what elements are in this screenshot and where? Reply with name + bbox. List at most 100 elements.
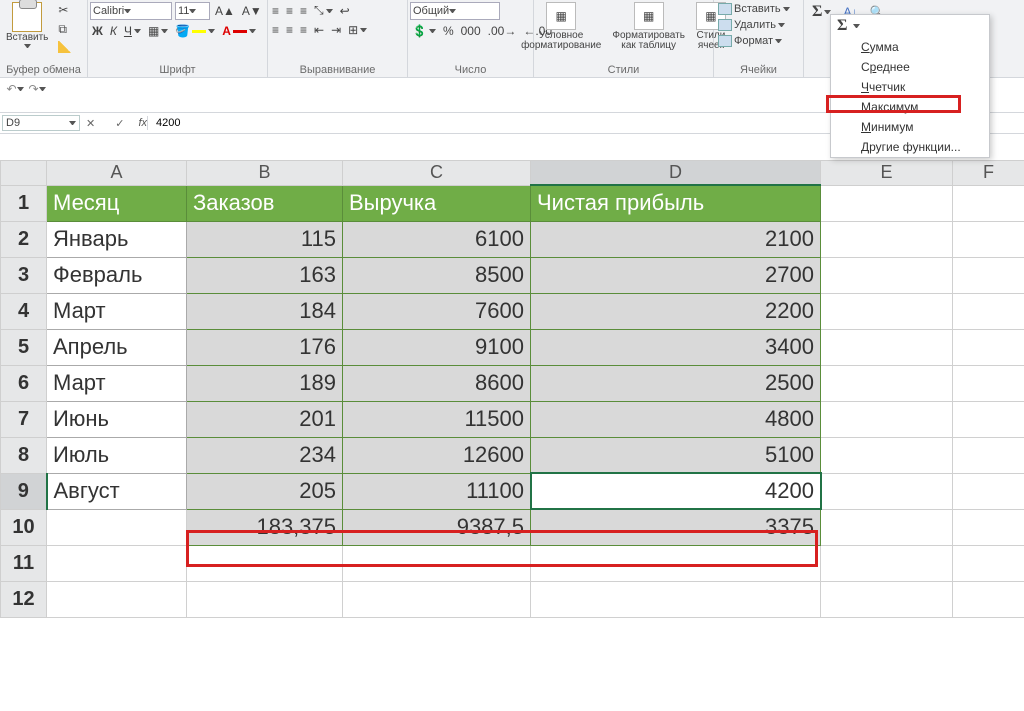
cell[interactable]: [821, 293, 953, 329]
select-all-corner[interactable]: [1, 161, 47, 186]
cell[interactable]: [953, 473, 1024, 509]
italic-button[interactable]: К: [108, 23, 119, 39]
cell[interactable]: [821, 257, 953, 293]
cell[interactable]: [343, 581, 531, 617]
header-month[interactable]: Месяц: [47, 185, 187, 221]
undo-button[interactable]: ↶: [6, 80, 24, 98]
bold-button[interactable]: Ж: [90, 23, 105, 39]
row-header[interactable]: 1: [1, 185, 47, 221]
format-cells-button[interactable]: Формат: [716, 34, 801, 48]
cell-revenue[interactable]: 7600: [343, 293, 531, 329]
cell[interactable]: [953, 401, 1024, 437]
fill-color-button[interactable]: 🪣: [173, 23, 217, 39]
cell[interactable]: [821, 401, 953, 437]
redo-button[interactable]: ↷: [28, 80, 46, 98]
cell[interactable]: [531, 545, 821, 581]
avg-profit[interactable]: 3375: [531, 509, 821, 545]
row-header[interactable]: 12: [1, 581, 47, 617]
cell[interactable]: [47, 581, 187, 617]
formula-input[interactable]: [147, 116, 547, 130]
cell-month[interactable]: Февраль: [47, 257, 187, 293]
format-as-table-button[interactable]: ▦ Форматировать как таблицу: [608, 2, 689, 51]
cell[interactable]: [821, 329, 953, 365]
autosum-item-average[interactable]: Среднее: [831, 57, 989, 77]
conditional-format-button[interactable]: ▦ Условное форматирование: [517, 2, 605, 51]
grow-font-button[interactable]: A▲: [213, 3, 237, 19]
header-orders[interactable]: Заказов: [187, 185, 343, 221]
cell[interactable]: [343, 545, 531, 581]
avg-orders[interactable]: 183,375: [187, 509, 343, 545]
font-size-combo[interactable]: 11: [175, 2, 210, 20]
cell-month[interactable]: Март: [47, 365, 187, 401]
cell-month[interactable]: Март: [47, 293, 187, 329]
align-bottom-button[interactable]: ≡: [298, 3, 309, 19]
col-header-B[interactable]: B: [187, 161, 343, 186]
cell-orders[interactable]: 205: [187, 473, 343, 509]
cell[interactable]: [821, 185, 953, 221]
cut-button[interactable]: ✂: [56, 2, 74, 18]
cell[interactable]: [953, 437, 1024, 473]
cell-orders[interactable]: 163: [187, 257, 343, 293]
header-revenue[interactable]: Выручка: [343, 185, 531, 221]
cell-orders[interactable]: 115: [187, 221, 343, 257]
fx-icon[interactable]: fx: [138, 117, 147, 129]
cell[interactable]: [821, 473, 953, 509]
row-header[interactable]: 4: [1, 293, 47, 329]
wrap-text-button[interactable]: ↩: [338, 3, 352, 19]
cell[interactable]: [953, 545, 1024, 581]
cell-month[interactable]: Июнь: [47, 401, 187, 437]
cell[interactable]: [821, 581, 953, 617]
paste-button[interactable]: Вставить: [2, 2, 52, 48]
cell-orders[interactable]: 201: [187, 401, 343, 437]
cell[interactable]: [821, 365, 953, 401]
autosum-item-sum[interactable]: Сумма: [831, 37, 989, 57]
row-header[interactable]: 9: [1, 473, 47, 509]
cell-profit[interactable]: 5100: [531, 437, 821, 473]
row-header[interactable]: 8: [1, 437, 47, 473]
align-middle-button[interactable]: ≡: [284, 3, 295, 19]
cell-month[interactable]: Август: [47, 473, 187, 509]
col-header-D[interactable]: D: [531, 161, 821, 186]
autosum-item-min[interactable]: Минимум: [831, 117, 989, 137]
cell-month[interactable]: Июль: [47, 437, 187, 473]
cell-month[interactable]: Январь: [47, 221, 187, 257]
cell-revenue[interactable]: 11100: [343, 473, 531, 509]
cell[interactable]: [47, 545, 187, 581]
cell-profit[interactable]: 2200: [531, 293, 821, 329]
header-profit[interactable]: Чистая прибыль: [531, 185, 821, 221]
cell-revenue[interactable]: 8500: [343, 257, 531, 293]
name-box[interactable]: D9: [2, 115, 80, 131]
col-header-F[interactable]: F: [953, 161, 1024, 186]
cell-profit[interactable]: 2100: [531, 221, 821, 257]
font-family-combo[interactable]: Calibri: [90, 2, 172, 20]
cell[interactable]: [821, 509, 953, 545]
cell[interactable]: [187, 581, 343, 617]
shrink-font-button[interactable]: A▼: [240, 3, 264, 19]
cell[interactable]: [953, 329, 1024, 365]
cell-month[interactable]: Апрель: [47, 329, 187, 365]
format-painter-button[interactable]: [56, 40, 74, 54]
cell-orders[interactable]: 234: [187, 437, 343, 473]
cancel-formula-button[interactable]: ✕: [86, 117, 95, 130]
row-header[interactable]: 11: [1, 545, 47, 581]
cell-revenue[interactable]: 9100: [343, 329, 531, 365]
col-header-E[interactable]: E: [821, 161, 953, 186]
indent-inc-button[interactable]: ⇥: [329, 22, 343, 38]
delete-cells-button[interactable]: Удалить: [716, 18, 801, 32]
autosum-item-max[interactable]: Максимум: [831, 97, 989, 117]
cell-revenue[interactable]: 6100: [343, 221, 531, 257]
number-format-combo[interactable]: Общий: [410, 2, 500, 20]
align-right-button[interactable]: ≡: [298, 22, 309, 38]
align-left-button[interactable]: ≡: [270, 22, 281, 38]
cell-orders[interactable]: 189: [187, 365, 343, 401]
cell-orders[interactable]: 176: [187, 329, 343, 365]
col-header-A[interactable]: A: [47, 161, 187, 186]
cell-orders[interactable]: 184: [187, 293, 343, 329]
currency-button[interactable]: 💲: [410, 23, 438, 39]
orientation-button[interactable]: ⤡: [312, 2, 335, 19]
row-header[interactable]: 6: [1, 365, 47, 401]
borders-button[interactable]: ▦: [146, 23, 170, 39]
cell-profit[interactable]: 2700: [531, 257, 821, 293]
cell[interactable]: [187, 545, 343, 581]
autosum-item-count[interactable]: Ччетчик: [831, 77, 989, 97]
